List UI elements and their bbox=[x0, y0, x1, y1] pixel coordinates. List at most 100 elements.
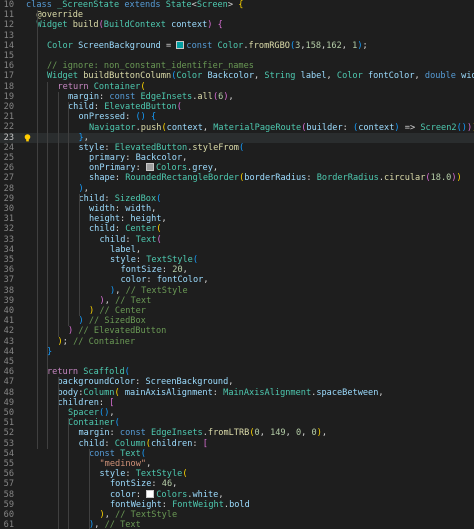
code-line[interactable]: 21 onPressed: () { bbox=[0, 112, 474, 122]
code-line[interactable]: 20 child: ElevatedButton( bbox=[0, 102, 474, 112]
code-line[interactable]: 15 bbox=[0, 51, 474, 61]
code-line[interactable]: 31 height: height, bbox=[0, 214, 474, 224]
code-segment: ), bbox=[78, 183, 89, 194]
code-line[interactable]: 26 onPrimary: Colors.grey, bbox=[0, 163, 474, 173]
code-line[interactable]: 50 Spacer(), bbox=[0, 408, 474, 418]
line-number: 39 bbox=[3, 295, 14, 306]
code-segment: ) // ElevatedButton bbox=[68, 326, 167, 337]
code-segment: backgroundColor: ScreenBackground, bbox=[57, 377, 234, 388]
code-line[interactable]: 51 Container( bbox=[0, 418, 474, 428]
lightbulb-icon[interactable] bbox=[24, 133, 31, 142]
code-segment: ) // SizedBox bbox=[78, 316, 146, 327]
code-line[interactable]: 42 ) // ElevatedButton bbox=[0, 326, 474, 336]
code-line[interactable]: 23}, bbox=[0, 132, 474, 143]
line-number: 58 bbox=[3, 489, 14, 500]
code-line[interactable]: 48 body:Column( mainAxisAlignment: MainAx… bbox=[0, 388, 474, 398]
line-number: 19 bbox=[3, 91, 14, 102]
code-line[interactable]: 38), // TextStyle bbox=[0, 286, 474, 296]
indent-guide bbox=[47, 81, 48, 449]
code-segment: children: [ bbox=[57, 397, 115, 408]
code-line[interactable]: 29 child: SizedBox( bbox=[0, 194, 474, 204]
code-line[interactable]: 54 const Text( bbox=[0, 449, 474, 459]
line-number: 55 bbox=[3, 459, 14, 469]
code-text: fontSize: 20, bbox=[121, 265, 188, 275]
line-number: 44 bbox=[3, 346, 14, 357]
code-segment: ), // Text bbox=[89, 520, 141, 529]
code-line[interactable]: 45 bbox=[0, 357, 474, 367]
code-text: margin: const EdgeInsets.all(6), bbox=[68, 92, 234, 102]
code-line[interactable]: 46 return Scaffold( bbox=[0, 367, 474, 377]
code-line[interactable]: 44} bbox=[0, 347, 474, 357]
code-segment: ); // Container bbox=[57, 336, 136, 347]
code-line[interactable]: 59 fontWeight: FontWeight.bold bbox=[0, 500, 474, 510]
code-line[interactable]: 14 Color ScreenBackground = const Color.f… bbox=[0, 40, 474, 51]
code-line[interactable]: 61), // Text bbox=[0, 520, 474, 529]
code-line[interactable]: 37 color: fontColor, bbox=[0, 275, 474, 285]
code-text: body:Column( mainAxisAlignment: MainAxis… bbox=[58, 388, 384, 398]
code-line[interactable]: 19 margin: const EdgeInsets.all(6), bbox=[0, 92, 474, 102]
code-segment: child: ElevatedButton( bbox=[68, 102, 182, 112]
line-number: 42 bbox=[3, 326, 14, 337]
code-text: style: TextStyle( bbox=[110, 255, 198, 265]
code-text: ) // SizedBox bbox=[79, 316, 146, 326]
code-line[interactable]: 43); // Container bbox=[0, 337, 474, 347]
code-line[interactable]: 11 @override bbox=[0, 10, 474, 20]
code-line[interactable]: 41) // SizedBox bbox=[0, 316, 474, 326]
code-line[interactable]: 49 children: [ bbox=[0, 398, 474, 408]
code-line[interactable]: 12 Widget build(BuildContext context) { bbox=[0, 20, 474, 30]
code-line[interactable]: 10 class _ScreenState extends State<Scree… bbox=[0, 0, 474, 10]
code-line[interactable]: 55 "medinow", bbox=[0, 459, 474, 469]
color-swatch-icon[interactable] bbox=[176, 40, 185, 49]
line-number: 52 bbox=[3, 428, 14, 439]
code-text: shape: RoundedRectangleBorder(borderRadi… bbox=[89, 173, 462, 183]
code-line[interactable]: 53 child: Column(children: [ bbox=[0, 439, 474, 449]
line-number: 47 bbox=[3, 377, 14, 388]
code-text: @override bbox=[37, 10, 84, 20]
line-number: 31 bbox=[3, 214, 14, 225]
code-segment: Colors.white, bbox=[156, 489, 224, 500]
code-segment: fontSize: 20, bbox=[120, 265, 188, 276]
code-line[interactable]: 39), // Text bbox=[0, 296, 474, 306]
code-editor[interactable]: 10 class _ScreenState extends State<Scree… bbox=[0, 0, 474, 529]
line-number: 46 bbox=[3, 367, 14, 378]
code-line[interactable]: 28), bbox=[0, 184, 474, 194]
code-line[interactable]: 40) // Center bbox=[0, 306, 474, 316]
code-line[interactable]: 47 backgroundColor: ScreenBackground, bbox=[0, 377, 474, 387]
code-line[interactable]: 58 color: Colors.white, bbox=[0, 489, 474, 500]
code-segment: class _ScreenState extends State<Screen>… bbox=[26, 0, 244, 10]
code-line[interactable]: 56 style: TextStyle( bbox=[0, 469, 474, 479]
code-text: style: ElevatedButton.styleFrom( bbox=[79, 143, 245, 153]
code-text: height: height, bbox=[89, 214, 167, 224]
color-swatch-icon[interactable] bbox=[145, 163, 154, 172]
code-line[interactable]: 17 Widget buildButtonColumn(Color Backcol… bbox=[0, 71, 474, 81]
code-line[interactable]: 34 label, bbox=[0, 245, 474, 255]
code-line[interactable]: 18 return Container( bbox=[0, 82, 474, 92]
code-segment: fontSize: 46, bbox=[110, 479, 178, 490]
line-number: 14 bbox=[3, 40, 14, 51]
code-line[interactable]: 13 bbox=[0, 31, 474, 41]
code-segment: "medinow", bbox=[99, 459, 152, 469]
code-line[interactable]: 25 primary: Backcolor, bbox=[0, 153, 474, 163]
code-line[interactable]: 22 Navigator.push(context, MaterialPageRo… bbox=[0, 122, 474, 133]
code-line[interactable]: 32 child: Center( bbox=[0, 224, 474, 234]
line-number: 33 bbox=[3, 234, 14, 245]
code-segment: child: Column(children: [ bbox=[78, 438, 208, 449]
code-line[interactable]: 52 margin: const EdgeInsets.fromLTRB(0, 1… bbox=[0, 428, 474, 438]
code-segment: fontWeight: FontWeight.bold bbox=[110, 499, 250, 510]
line-number: 22 bbox=[3, 122, 14, 133]
code-line[interactable]: 27 shape: RoundedRectangleBorder(borderRa… bbox=[0, 173, 474, 183]
code-text: return Container( bbox=[58, 82, 146, 92]
line-number: 11 bbox=[3, 10, 14, 21]
code-segment: Container( bbox=[68, 418, 120, 429]
code-line[interactable]: 16 // ignore: non_constant_identifier_nam… bbox=[0, 61, 474, 71]
code-line[interactable]: 24 style: ElevatedButton.styleFrom( bbox=[0, 143, 474, 153]
code-line[interactable]: 30 width: width, bbox=[0, 204, 474, 214]
code-line[interactable]: 36 fontSize: 20, bbox=[0, 265, 474, 275]
code-line[interactable]: 33 child: Text( bbox=[0, 235, 474, 245]
code-text: margin: const EdgeInsets.fromLTRB(0, 149… bbox=[79, 428, 328, 438]
code-segment: margin: const EdgeInsets.fromLTRB(0, 149… bbox=[78, 428, 328, 439]
color-swatch-icon[interactable] bbox=[146, 489, 155, 498]
code-line[interactable]: 35 style: TextStyle( bbox=[0, 255, 474, 265]
code-line[interactable]: 60), // TextStyle bbox=[0, 510, 474, 520]
code-line[interactable]: 57 fontSize: 46, bbox=[0, 479, 474, 489]
